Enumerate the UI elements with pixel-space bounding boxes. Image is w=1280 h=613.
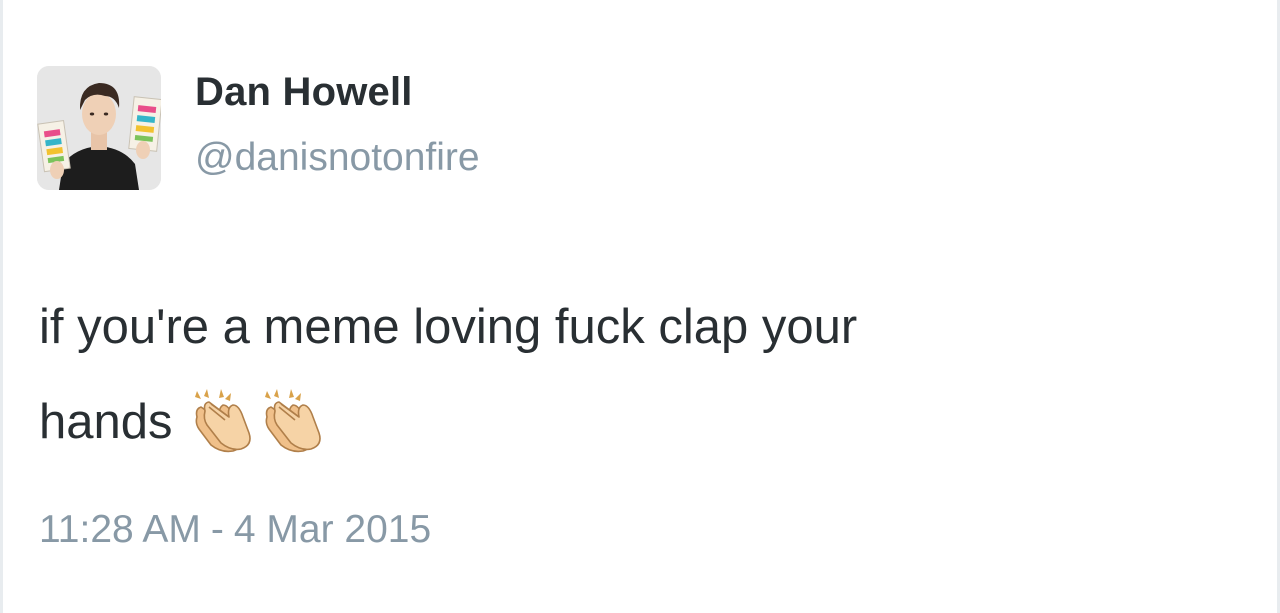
tweet-card: Dan Howell @danisnotonfire if you're a m… [0,0,1280,613]
clapping-hands-icon [264,388,321,452]
emoji-group [191,370,331,465]
clapping-hands-icon [194,388,251,452]
tweet-text: if you're a meme loving fuck clap your h… [39,280,1139,473]
author-display-name[interactable]: Dan Howell [195,70,413,115]
timestamp-separator: - [210,508,224,551]
timestamp-time: 11:28 AM [39,508,201,551]
tweet-text-line-1: if you're a meme loving fuck clap your [39,300,858,354]
tweet-timestamp[interactable]: 11:28 AM -4 Mar 2015 [39,508,431,552]
avatar[interactable] [37,66,161,190]
profile-photo-icon [37,66,161,190]
tweet-text-line-2: hands [39,375,1139,473]
author-handle[interactable]: @danisnotonfire [195,136,480,180]
tweet-text-word-hands: hands [39,395,173,449]
timestamp-date: 4 Mar 2015 [233,508,432,551]
